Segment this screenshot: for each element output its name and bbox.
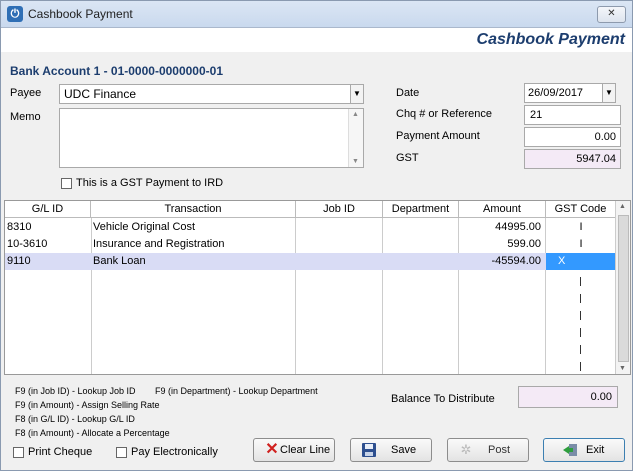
- balance-value: 0.00: [590, 391, 612, 403]
- gst-code-placeholder: [580, 328, 581, 337]
- column-header-transaction[interactable]: Transaction: [91, 201, 296, 218]
- red-x-icon: ✕: [265, 441, 279, 458]
- gst-code-cell[interactable]: I: [547, 236, 615, 253]
- help-line-2: F9 (in Amount) - Assign Selling Rate: [15, 400, 160, 410]
- cashbook-payment-window: ⏻ Cashbook Payment ✕ Cashbook Payment Ba…: [0, 0, 633, 471]
- transaction-cell[interactable]: Insurance and Registration: [93, 236, 293, 253]
- payment-amount-value: 0.00: [594, 131, 616, 143]
- gst-code-cell-active[interactable]: X: [546, 253, 616, 270]
- payee-combo[interactable]: UDC Finance ▼: [59, 84, 364, 104]
- save-label: Save: [391, 444, 417, 456]
- table-row[interactable]: 8310 Vehicle Original Cost 44995.00 I: [5, 219, 616, 236]
- reference-label: Chq # or Reference: [396, 108, 492, 120]
- print-cheque-label: Print Cheque: [28, 446, 93, 458]
- gst-code-placeholder: [580, 362, 581, 371]
- amount-cell[interactable]: 599.00: [460, 236, 544, 253]
- gst-code-placeholder: [580, 294, 581, 303]
- transaction-cell[interactable]: Vehicle Original Cost: [93, 219, 293, 236]
- gst-code-placeholder: [580, 345, 581, 354]
- post-label: Post: [488, 444, 511, 456]
- help-line-1a: F9 (in Job ID) - Lookup Job ID: [15, 386, 136, 396]
- pay-electronically-label: Pay Electronically: [131, 446, 218, 458]
- bank-account-label: Bank Account 1 - 01-0000-0000000-01: [10, 64, 223, 78]
- exit-door-icon: [562, 443, 578, 457]
- job-id-cell[interactable]: [297, 253, 381, 270]
- payee-value: UDC Finance: [64, 87, 137, 101]
- gst-code-cell[interactable]: I: [547, 219, 615, 236]
- job-id-cell[interactable]: [297, 236, 381, 253]
- transaction-grid[interactable]: G/L ID Transaction Job ID Department Amo…: [4, 200, 631, 375]
- memo-scrollbar[interactable]: ▲ ▼: [348, 109, 363, 167]
- payment-amount-input[interactable]: 0.00: [524, 127, 621, 147]
- print-cheque-checkbox[interactable]: [13, 447, 24, 458]
- exit-label: Exit: [586, 444, 605, 456]
- scroll-thumb[interactable]: [618, 215, 629, 362]
- table-row-selected[interactable]: 9110 Bank Loan -45594.00 X: [5, 253, 616, 270]
- job-id-cell[interactable]: [297, 219, 381, 236]
- post-button[interactable]: ✲ Post: [447, 438, 529, 462]
- column-header-amount[interactable]: Amount: [459, 201, 546, 218]
- help-line-1b: F9 (in Department) - Lookup Department: [155, 386, 318, 396]
- department-cell[interactable]: [384, 236, 457, 253]
- transaction-cell[interactable]: Bank Loan: [93, 253, 293, 270]
- power-icon: ⏻: [7, 6, 23, 22]
- scroll-down-icon[interactable]: ▼: [619, 365, 626, 372]
- title-bar: ⏻ Cashbook Payment ✕: [1, 1, 632, 28]
- gst-field: 5947.04: [524, 149, 621, 169]
- reference-value: 21: [530, 109, 543, 121]
- gst-code-placeholder: [580, 277, 581, 286]
- date-value: 26/09/2017: [528, 87, 584, 99]
- chevron-down-icon[interactable]: ▼: [350, 85, 363, 103]
- scroll-up-icon[interactable]: ▲: [619, 203, 626, 210]
- gl-id-cell[interactable]: 9110: [7, 253, 89, 270]
- scroll-up-icon[interactable]: ▲: [352, 111, 359, 118]
- exit-button[interactable]: Exit: [543, 438, 625, 462]
- column-header-department[interactable]: Department: [383, 201, 459, 218]
- gl-id-cell[interactable]: 8310: [7, 219, 89, 236]
- form-title: Cashbook Payment: [476, 31, 625, 48]
- save-button[interactable]: Save: [350, 438, 432, 462]
- amount-cell[interactable]: -45594.00: [460, 253, 544, 270]
- date-picker[interactable]: 26/09/2017 ▼: [524, 83, 616, 103]
- gst-ird-checkbox[interactable]: [61, 178, 72, 189]
- gl-id-cell[interactable]: 10-3610: [7, 236, 89, 253]
- balance-label: Balance To Distribute: [391, 393, 495, 405]
- payment-amount-label: Payment Amount: [396, 130, 480, 142]
- grid-scrollbar[interactable]: ▲ ▼: [615, 201, 630, 374]
- payee-label: Payee: [10, 87, 42, 99]
- department-cell[interactable]: [384, 219, 457, 236]
- help-line-4: F8 (in Amount) - Allocate a Percentage: [15, 428, 170, 438]
- window-title: Cashbook Payment: [28, 7, 133, 21]
- floppy-disk-icon: [361, 443, 377, 457]
- clear-line-button[interactable]: ✕ Clear Line: [253, 438, 335, 462]
- close-button[interactable]: ✕: [597, 6, 626, 23]
- column-header-gl-id[interactable]: G/L ID: [5, 201, 91, 218]
- department-cell[interactable]: [384, 253, 457, 270]
- help-line-3: F8 (in G/L ID) - Lookup G/L ID: [15, 414, 135, 424]
- chevron-down-icon[interactable]: ▼: [602, 84, 615, 102]
- scroll-down-icon[interactable]: ▼: [352, 158, 359, 165]
- column-header-job-id[interactable]: Job ID: [296, 201, 383, 218]
- clear-line-label: Clear Line: [280, 444, 331, 456]
- gst-code-placeholder: [580, 311, 581, 320]
- memo-label: Memo: [10, 111, 41, 123]
- balance-field: 0.00: [518, 386, 618, 408]
- amount-cell[interactable]: 44995.00: [460, 219, 544, 236]
- memo-textarea[interactable]: ▲ ▼: [59, 108, 364, 168]
- gst-value: 5947.04: [576, 153, 616, 165]
- reference-input[interactable]: 21: [524, 105, 621, 125]
- table-row[interactable]: 10-3610 Insurance and Registration 599.0…: [5, 236, 616, 253]
- post-icon: ✲: [460, 442, 472, 457]
- column-header-gst-code[interactable]: GST Code: [546, 201, 616, 218]
- pay-electronically-checkbox[interactable]: [116, 447, 127, 458]
- gst-label: GST: [396, 152, 419, 164]
- date-label: Date: [396, 87, 420, 99]
- gst-ird-label: This is a GST Payment to IRD: [76, 177, 224, 189]
